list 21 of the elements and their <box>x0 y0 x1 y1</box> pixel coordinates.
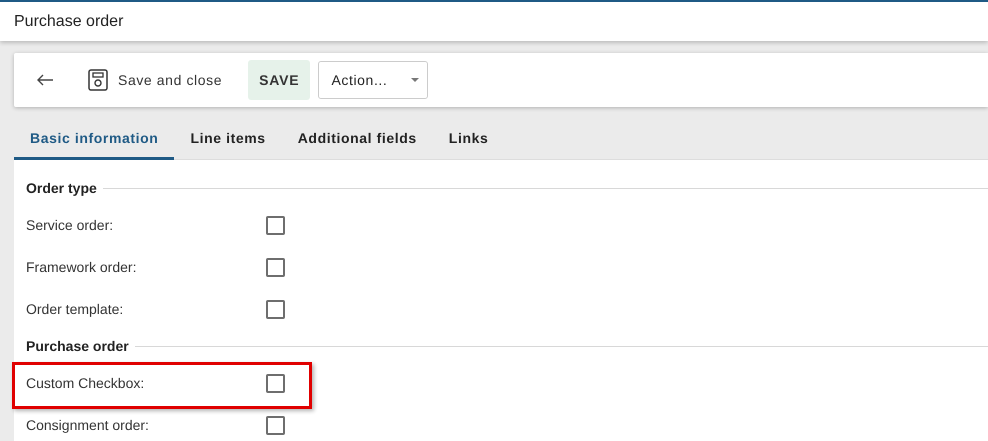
field-label: Custom Checkbox: <box>26 375 146 391</box>
tab[interactable]: Links <box>432 120 504 160</box>
save-button[interactable]: SAVE <box>248 60 310 100</box>
section-title: Order type <box>26 180 97 196</box>
tab[interactable]: Additional fields <box>282 120 433 160</box>
field-label: Service order: <box>26 217 114 233</box>
field-label: Order template: <box>26 301 124 317</box>
section-title: Purchase order <box>26 338 129 354</box>
checkbox[interactable] <box>266 258 285 276</box>
caret-icon <box>411 78 420 82</box>
action-dropdown[interactable]: Action... <box>318 61 428 99</box>
checkbox[interactable] <box>266 300 285 318</box>
tab[interactable]: Line items <box>174 120 282 160</box>
back-arrow-icon <box>36 74 54 86</box>
page-title: Purchase order <box>14 12 124 30</box>
checkbox[interactable] <box>266 374 285 392</box>
save-and-close-button[interactable]: Save and close <box>84 63 226 97</box>
field-label: Consignment order: <box>26 417 150 433</box>
checkbox[interactable] <box>266 216 285 234</box>
checkbox[interactable] <box>266 416 285 434</box>
field-label: Framework order: <box>26 259 138 275</box>
